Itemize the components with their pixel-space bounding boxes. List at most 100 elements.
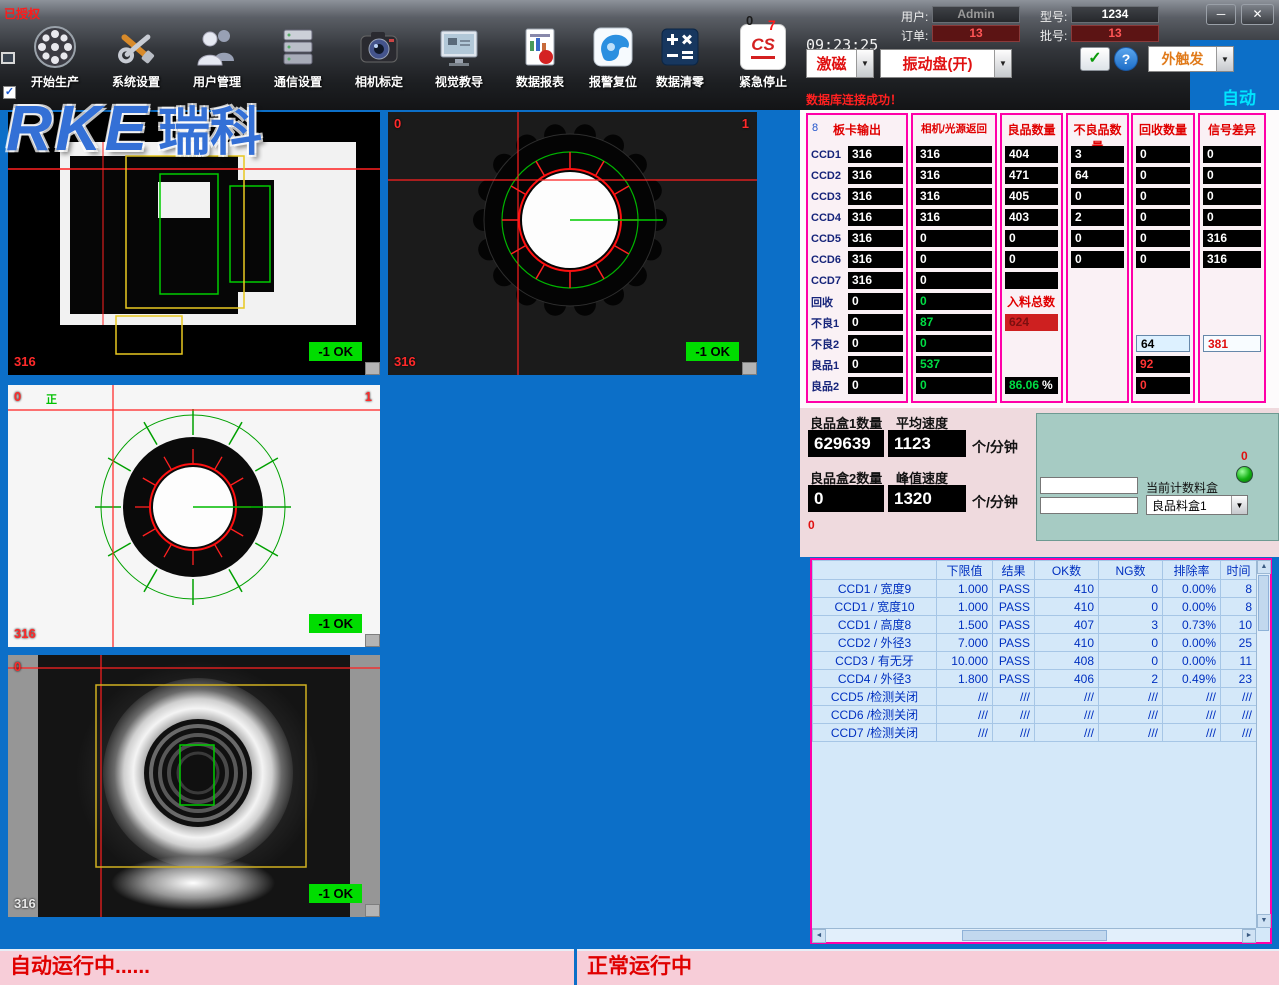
yield-cell: 86.06%: [1005, 377, 1058, 394]
camera3-result-badge: -1 OK: [309, 614, 362, 633]
stat-cell: 316: [916, 188, 992, 205]
db-status-text: 数据库连接成功！: [806, 91, 902, 108]
result-row[interactable]: CCD4 / 外径31.800PASS40620.49%23: [813, 670, 1257, 688]
chevron-down-icon[interactable]: ▼: [856, 50, 873, 77]
toolbar-button-label: 视觉教导: [435, 73, 483, 90]
trigger-mode-select[interactable]: 外触发 ▼: [1148, 46, 1234, 72]
camera3-index: 0: [14, 389, 21, 404]
scroll-down-icon[interactable]: ▼: [1257, 914, 1271, 928]
camera1-resize-handle[interactable]: [365, 362, 380, 375]
stat-cell: 0: [848, 377, 903, 394]
confirm-button[interactable]: ✓: [1080, 47, 1110, 71]
chevron-down-icon[interactable]: ▼: [994, 50, 1011, 77]
stat-cell: 0: [1136, 146, 1190, 163]
stat-cell: 316: [848, 209, 903, 226]
stat-cell: 0: [1203, 188, 1261, 205]
estop-glyph: CS: [751, 36, 775, 54]
batch-field[interactable]: 13: [1071, 25, 1159, 42]
camera-calibration-button[interactable]: 相机标定: [340, 24, 418, 102]
horizontal-scroll-thumb[interactable]: [962, 930, 1107, 941]
row-label: CCD7: [811, 275, 848, 287]
count-input-2[interactable]: [1040, 497, 1138, 514]
vertical-scrollbar[interactable]: ▲ ▼: [1256, 560, 1270, 928]
stat-cell: 316: [848, 188, 903, 205]
order-field[interactable]: 13: [932, 25, 1020, 42]
autostart-checkbox[interactable]: ✓: [3, 86, 16, 99]
toolbar-button-label: 数据报表: [516, 73, 564, 90]
result-row[interactable]: CCD3 / 有无牙10.000PASS40800.00%11: [813, 652, 1257, 670]
camera4-resize-handle[interactable]: [365, 904, 380, 917]
scroll-left-icon[interactable]: ◄: [812, 929, 826, 943]
system-settings-button[interactable]: 系统设置: [97, 24, 175, 102]
stat-cell: 316: [916, 167, 992, 184]
result-row[interactable]: CCD1 / 高度81.500PASS40730.73%10: [813, 616, 1257, 634]
data-clear-button[interactable]: 数据清零: [641, 24, 719, 102]
row-label: 良品2: [811, 378, 848, 394]
authorized-label: 已授权: [4, 5, 40, 22]
row-label: CCD5: [811, 233, 848, 245]
stat-cell: 316: [848, 251, 903, 268]
camera2-resize-handle[interactable]: [742, 362, 757, 375]
group-title: 回收数量: [1133, 115, 1193, 144]
column-header: 结果: [993, 561, 1035, 580]
stat-cell: 3: [1071, 146, 1124, 163]
result-row[interactable]: CCD5 /检测关闭//////////////////: [813, 688, 1257, 706]
count-input-1[interactable]: [1040, 477, 1138, 494]
stat-cell: 0: [1071, 230, 1124, 247]
communication-settings-button[interactable]: 通信设置: [259, 24, 337, 102]
run-mode-status: 自动运行中......: [10, 955, 150, 978]
minimize-button[interactable]: ─: [1206, 4, 1236, 25]
camera3-image: [8, 385, 380, 647]
camera4-result-badge: -1 OK: [309, 884, 362, 903]
close-button[interactable]: ✕: [1241, 4, 1274, 25]
scroll-up-icon[interactable]: ▲: [1257, 560, 1271, 574]
user-management-button[interactable]: 用户管理: [178, 24, 256, 102]
scroll-right-icon[interactable]: ►: [1242, 929, 1256, 943]
help-button[interactable]: ?: [1114, 47, 1138, 71]
current-box-select[interactable]: 良品料盒1 ▼: [1146, 495, 1248, 515]
model-field[interactable]: 1234: [1071, 6, 1159, 23]
result-row[interactable]: CCD1 / 宽度91.000PASS41000.00%8: [813, 580, 1257, 598]
camera-view-3: 0 正 1 316 -1 OK: [8, 385, 380, 647]
chevron-down-icon[interactable]: ▼: [1231, 496, 1247, 514]
stat-cell: 0: [916, 251, 992, 268]
stat-cell: 0: [848, 314, 903, 331]
group-title: 信号差异: [1200, 115, 1264, 144]
stat-cell: [1005, 272, 1058, 289]
monitor-icon: [436, 24, 482, 70]
camera2-count: 316: [394, 354, 416, 369]
camera2-index: 0: [394, 116, 401, 131]
result-row[interactable]: CCD1 / 宽度101.000PASS41000.00%8: [813, 598, 1257, 616]
results-grid: 下限值 结果 OK数 NG数 排除率 时间 CCD1 / 宽度91.000PAS…: [812, 560, 1257, 742]
excite-dropdown-button[interactable]: 激磁 ▼: [806, 49, 874, 78]
stats-group-recycle-count: 回收数量 0 0 0 0 0 0 64 92 0: [1131, 113, 1195, 403]
stat-cell: 405: [1005, 188, 1058, 205]
camera-view-1: 0 316 -1 OK: [8, 112, 380, 375]
yield-value: 86.06: [1009, 378, 1039, 392]
emergency-stop-button[interactable]: CS 紧急停止: [724, 24, 802, 102]
vertical-scroll-thumb[interactable]: [1258, 575, 1269, 631]
column-header: 排除率: [1163, 561, 1221, 580]
vision-teaching-button[interactable]: 视觉教导: [420, 24, 498, 102]
result-row[interactable]: CCD2 / 外径37.000PASS41000.00%25: [813, 634, 1257, 652]
model-label: 型号:: [1040, 8, 1067, 25]
horizontal-scrollbar[interactable]: ◄ ►: [812, 928, 1256, 942]
auto-mode-label: 自动: [1222, 84, 1256, 109]
result-row[interactable]: CCD6 /检测关闭//////////////////: [813, 706, 1257, 724]
user-field[interactable]: Admin: [932, 6, 1020, 23]
result-row[interactable]: CCD7 /检测关闭//////////////////: [813, 724, 1257, 742]
report-document-icon: [517, 24, 563, 70]
tools-icon: [113, 24, 159, 70]
stat-cell: 0: [1005, 230, 1058, 247]
camera-icon: [356, 24, 402, 70]
data-report-button[interactable]: 数据报表: [501, 24, 579, 102]
chevron-down-icon[interactable]: ▼: [1216, 47, 1233, 71]
start-production-button[interactable]: 开始生产: [16, 24, 94, 102]
mini-monitor-icon: [1, 52, 15, 64]
camera1-count: 316: [14, 354, 36, 369]
camera3-orientation-mark: 正: [46, 391, 57, 407]
stat-cell: 0: [916, 230, 992, 247]
camera3-resize-handle[interactable]: [365, 634, 380, 647]
vibration-bowl-dropdown-button[interactable]: 振动盘(开) ▼: [880, 49, 1012, 78]
stat-cell: 0: [1071, 188, 1124, 205]
